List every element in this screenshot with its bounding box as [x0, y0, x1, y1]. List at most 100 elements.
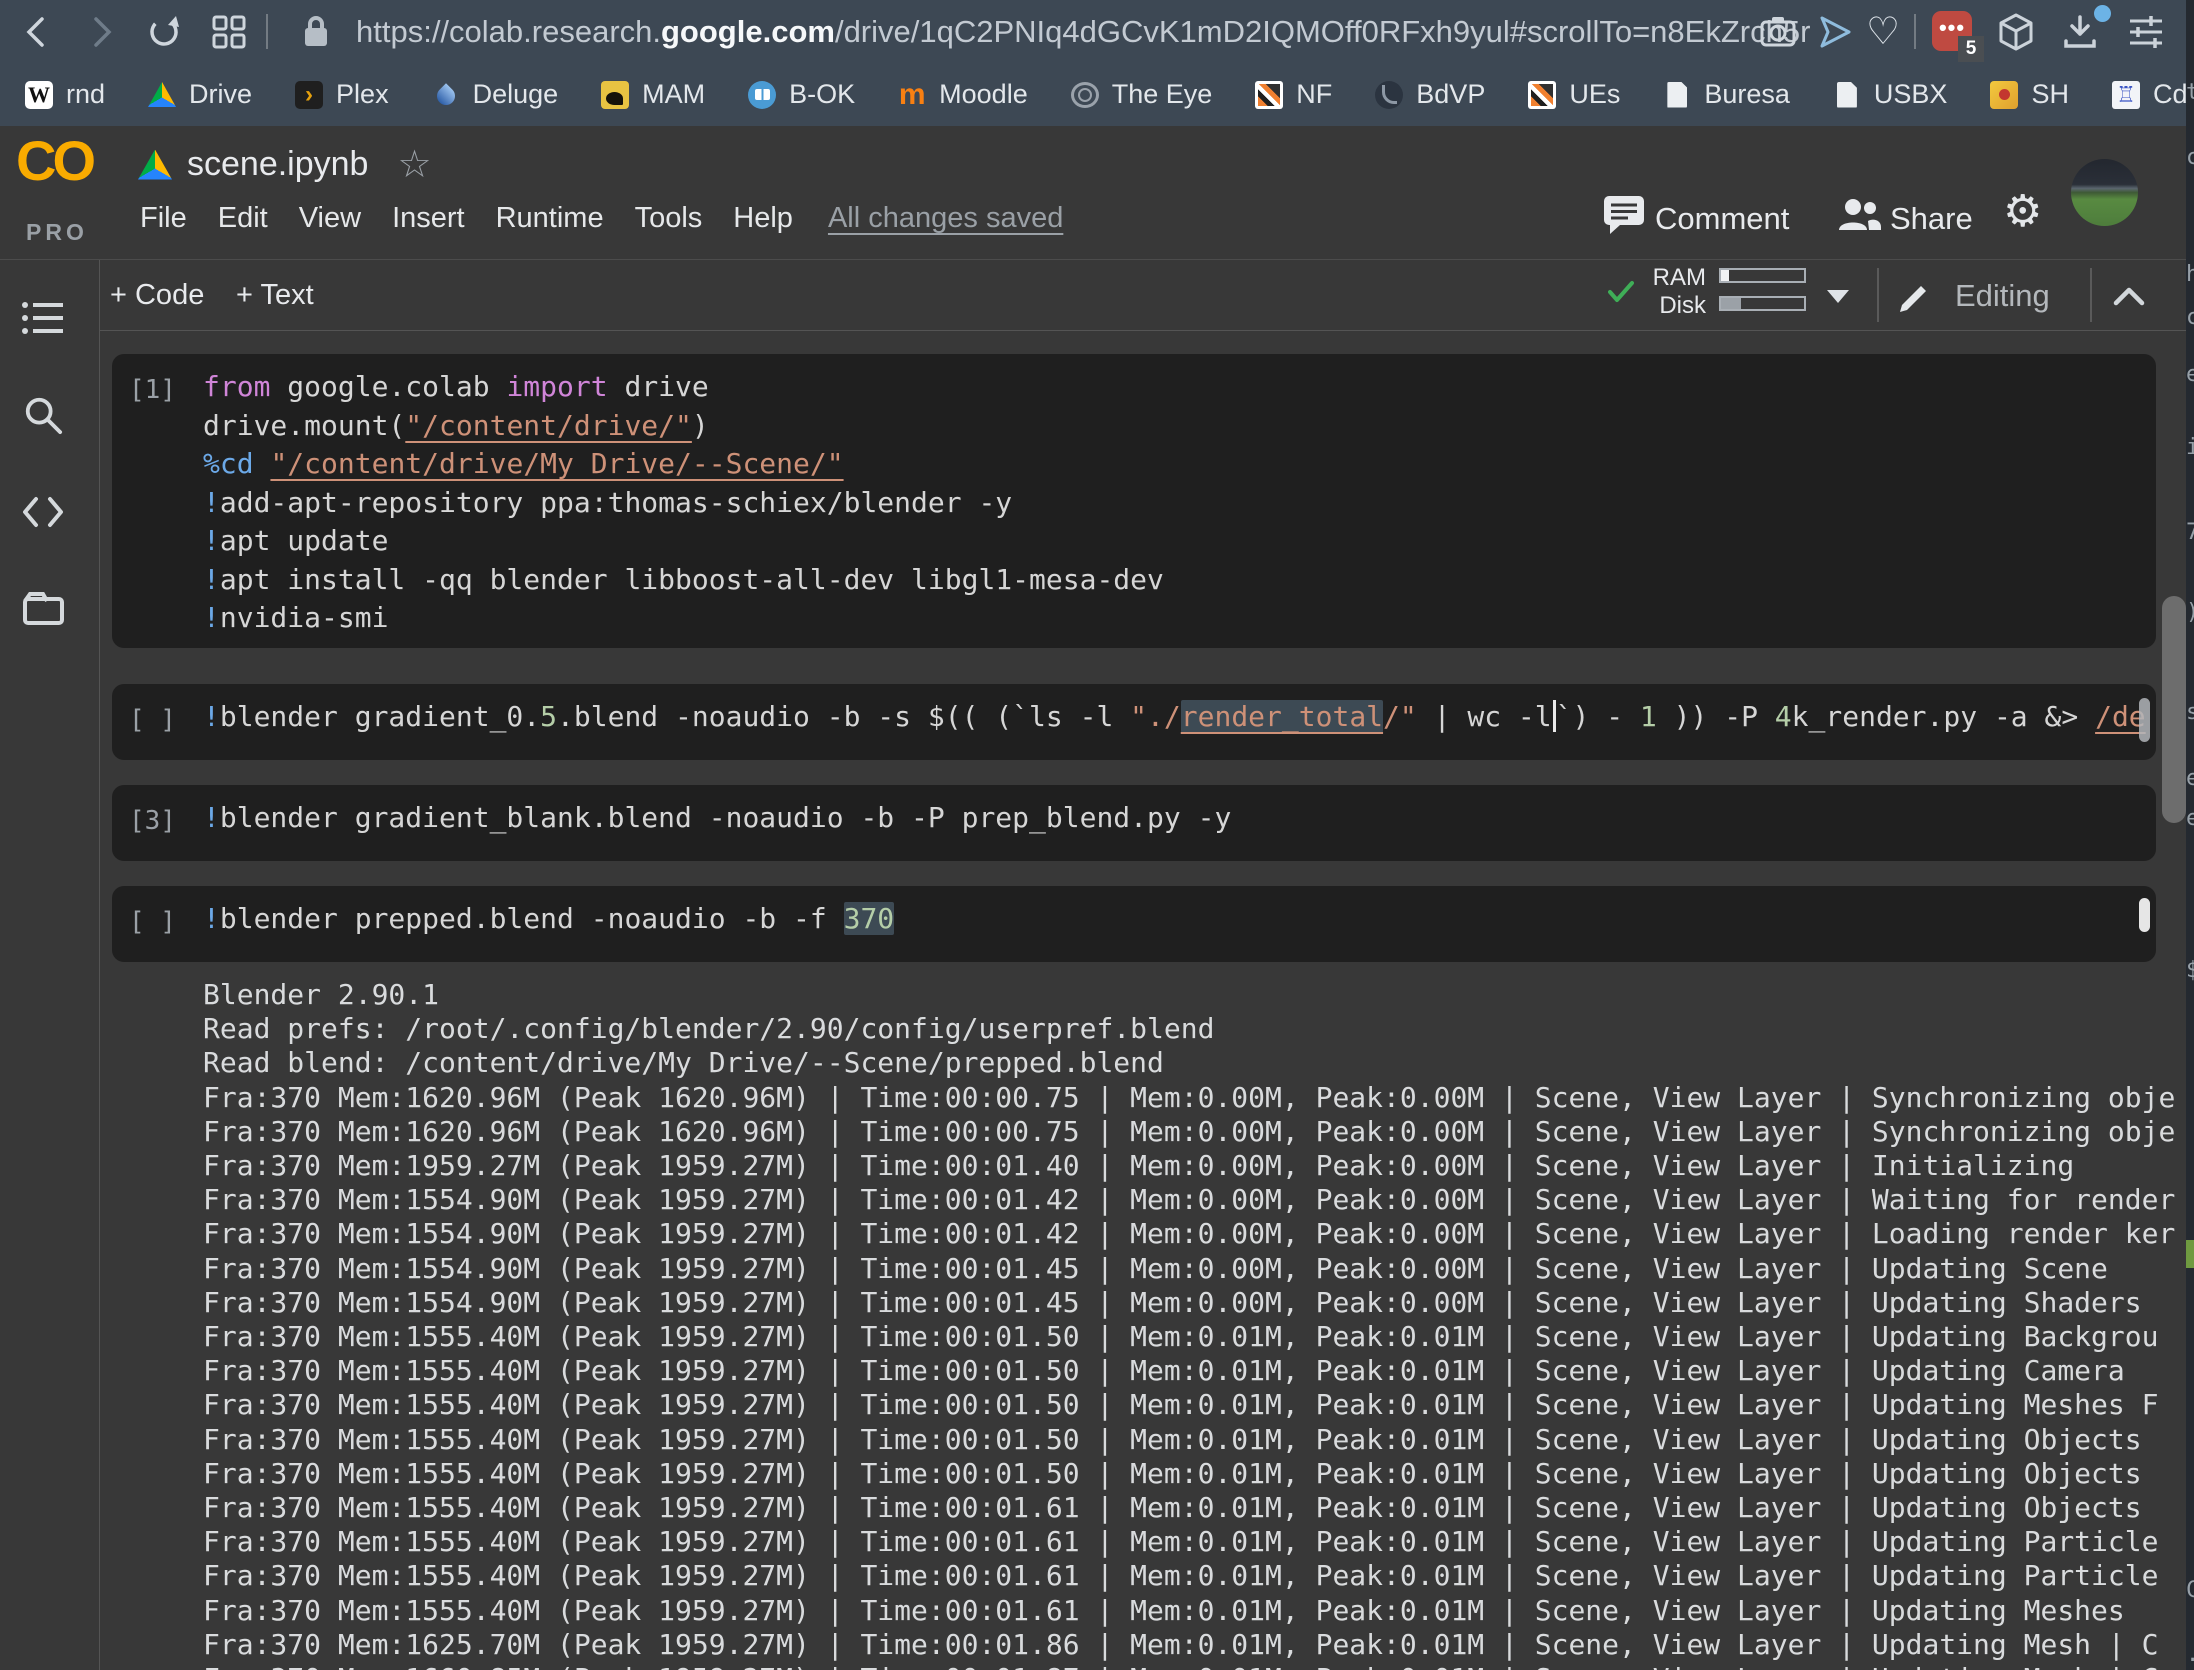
output-line: Fra:370 Mem:1555.40M (Peak 1959.27M) | T…	[203, 1354, 2194, 1388]
execution-count[interactable]: [3]	[112, 785, 203, 861]
bookmark-b-ok[interactable]: B-OK	[748, 79, 855, 110]
cdf-icon: ♖	[2112, 81, 2140, 109]
cell-scrollbar-thumb[interactable]	[2139, 898, 2150, 932]
code-line: !add-apt-repository ppa:thomas-schiex/bl…	[203, 484, 2156, 523]
output-line: Fra:370 Mem:1554.90M (Peak 1959.27M) | T…	[203, 1286, 2194, 1320]
tab-grid-icon[interactable]	[212, 15, 246, 49]
add-text-button[interactable]: + Text	[236, 260, 314, 330]
bookmark-label: B-OK	[789, 79, 855, 110]
code-editor[interactable]: !blender gradient_blank.blend -noaudio -…	[203, 785, 2156, 861]
output-line: Fra:370 Mem:1555.40M (Peak 1959.27M) | T…	[203, 1457, 2194, 1491]
comment-icon[interactable]	[1602, 194, 1648, 236]
extensions-separator	[1914, 14, 1916, 49]
disk-usage-bar[interactable]	[1719, 296, 1806, 311]
notebook-filename[interactable]: scene.ipynb	[187, 145, 368, 184]
files-folder-icon[interactable]	[21, 588, 65, 628]
bookmark-label: UEs	[1569, 79, 1620, 110]
heart-icon[interactable]: ♡	[1866, 8, 1900, 56]
bookmark-drive[interactable]: Drive	[148, 79, 252, 110]
code-editor[interactable]: !blender gradient_0.5.blend -noaudio -b …	[203, 684, 2156, 760]
code-cell-3[interactable]: [3]!blender gradient_blank.blend -noaudi…	[112, 785, 2156, 861]
code-cell-1[interactable]: [1]from google.colab import drivedrive.m…	[112, 354, 2156, 648]
code-editor[interactable]: from google.colab import drivedrive.moun…	[203, 354, 2156, 648]
menu-file[interactable]: File	[140, 202, 187, 235]
output-area: Blender 2.90.1Read prefs: /root/.config/…	[203, 976, 2194, 1670]
cell-scrollbar-thumb[interactable]	[2139, 698, 2150, 742]
output-line: Fra:370 Mem:1555.40M (Peak 1959.27M) | T…	[203, 1320, 2194, 1354]
bookmark-deluge[interactable]: Deluge	[432, 79, 559, 110]
code-cell-2[interactable]: [ ]!blender gradient_0.5.blend -noaudio …	[112, 684, 2156, 760]
url-host: google.com	[661, 14, 835, 49]
menu-insert[interactable]: Insert	[392, 202, 465, 235]
save-status[interactable]: All changes saved	[828, 202, 1063, 235]
share-people-icon[interactable]	[1837, 196, 1883, 234]
notebook: Blender 2.90.1Read prefs: /root/.config/…	[100, 331, 2194, 1670]
sh-icon	[1990, 81, 2018, 109]
output-line: Fra:370 Mem:1620.96M (Peak 1620.96M) | T…	[203, 1115, 2194, 1149]
colab-logo[interactable]: CO	[16, 128, 92, 193]
bookmark-label: Plex	[336, 79, 389, 110]
star-icon[interactable]: ☆	[397, 142, 431, 187]
pix-icon	[1528, 81, 1556, 109]
menu-tools[interactable]: Tools	[635, 202, 703, 235]
bookmark-ues[interactable]: UEs	[1528, 79, 1620, 110]
output-line: Fra:370 Mem:1620.96M (Peak 1620.96M) | T…	[203, 1081, 2194, 1115]
editing-mode-button[interactable]: Editing	[1955, 278, 2050, 314]
bookmark-label: rnd	[66, 79, 105, 110]
colab-pro-badge: PRO	[26, 219, 88, 246]
bookmark-moodle[interactable]: mMoodle	[898, 79, 1028, 110]
edge-glyph: e	[2186, 766, 2194, 791]
bookmark-label: USBX	[1874, 79, 1948, 110]
screenshot-camera-icon[interactable]	[1760, 14, 1796, 48]
comment-button[interactable]: Comment	[1655, 201, 1789, 237]
file-icon	[1663, 81, 1691, 109]
search-icon[interactable]	[21, 395, 65, 435]
url-bar[interactable]: https://colab.research.google.com/drive/…	[356, 0, 1810, 63]
editing-pencil-icon	[1898, 277, 1934, 313]
output-line: Fra:370 Mem:1660.85M (Peak 1959.27M) | T…	[203, 1662, 2194, 1670]
execution-count[interactable]: [1]	[112, 354, 203, 648]
back-icon[interactable]	[20, 14, 56, 50]
settings-sliders-icon[interactable]	[2128, 14, 2164, 50]
avatar[interactable]	[2071, 159, 2138, 226]
ram-bar-fill	[1721, 270, 1729, 281]
resources-dropdown-icon[interactable]	[1827, 290, 1849, 303]
add-code-button[interactable]: + Code	[110, 260, 204, 330]
wikipedia-icon: W	[25, 81, 53, 109]
execution-count[interactable]: [ ]	[112, 684, 203, 760]
collapse-chevron-up-icon[interactable]	[2112, 286, 2146, 306]
gear-icon[interactable]: ⚙	[2003, 192, 2042, 232]
bookmark-plex[interactable]: ›Plex	[295, 79, 389, 110]
menu-help[interactable]: Help	[733, 202, 793, 235]
bookmark-usbx[interactable]: USBX	[1833, 79, 1948, 110]
cube-extension-icon[interactable]	[1998, 13, 2034, 51]
bookmark-rnd[interactable]: Wrnd	[25, 79, 105, 110]
menu-view[interactable]: View	[299, 202, 361, 235]
bookmark-buresa[interactable]: Buresa	[1663, 79, 1790, 110]
download-icon[interactable]	[2062, 14, 2098, 50]
execution-count[interactable]: [ ]	[112, 886, 203, 962]
bookmark-mam[interactable]: MAM	[601, 79, 705, 110]
code-snippets-icon[interactable]	[21, 492, 65, 532]
table-of-contents-icon[interactable]	[21, 298, 65, 338]
lock-icon[interactable]	[300, 13, 332, 51]
bookmark-nf[interactable]: NF	[1255, 79, 1332, 110]
bookmark-bdvp[interactable]: BdVP	[1375, 79, 1485, 110]
code-cell-4[interactable]: [ ]!blender prepped.blend -noaudio -b -f…	[112, 886, 2156, 962]
google-drive-icon	[148, 81, 176, 109]
bookmarks-list: Wrnd Drive ›Plex Deluge MAM B-OK mMoodle The Ey…	[0, 79, 2194, 110]
menu-runtime[interactable]: Runtime	[496, 202, 604, 235]
notebook-scrollbar[interactable]	[2162, 596, 2186, 823]
bookmark-cdf[interactable]: ♖CdF	[2112, 79, 2194, 110]
ram-usage-bar[interactable]	[1719, 268, 1806, 283]
output-line: Read blend: /content/drive/My Drive/--Sc…	[203, 1046, 2194, 1080]
bookmark-sh[interactable]: SH	[1990, 79, 2069, 110]
edge-glyph: h	[2186, 262, 2194, 287]
bookmark-the-eye[interactable]: The Eye	[1071, 79, 1213, 110]
reload-icon[interactable]	[146, 13, 182, 49]
menu-edit[interactable]: Edit	[218, 202, 268, 235]
forward-icon[interactable]	[82, 14, 118, 50]
code-editor[interactable]: !blender prepped.blend -noaudio -b -f 37…	[203, 886, 2156, 962]
send-icon[interactable]	[1816, 13, 1854, 51]
share-button[interactable]: Share	[1890, 201, 1973, 237]
